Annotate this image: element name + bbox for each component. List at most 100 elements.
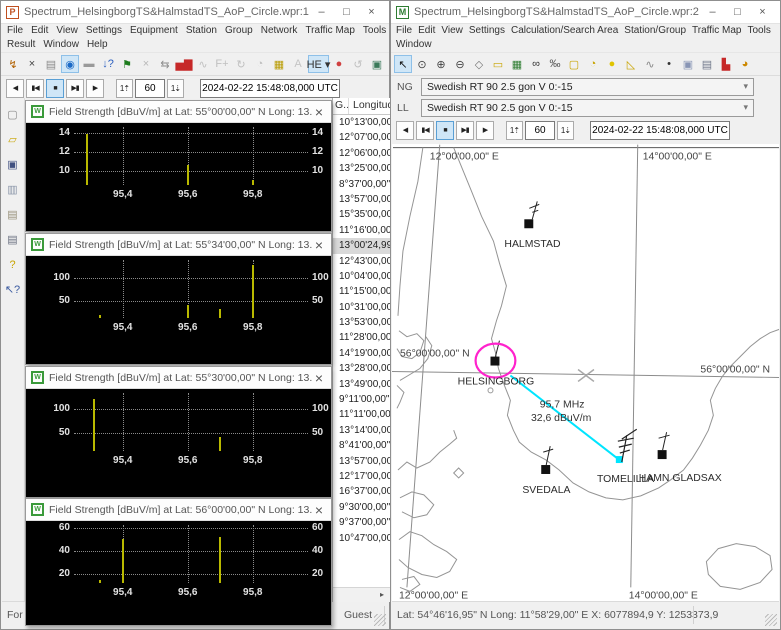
playback-play-button[interactable]: ▶ [86,79,104,98]
save-icon[interactable]: ▣ [5,158,21,173]
image-icon[interactable]: ▣ [368,55,386,73]
menu-station[interactable]: Station [182,24,221,38]
edit-map-icon[interactable]: ▦ [508,55,526,73]
datetime-input[interactable] [200,79,340,98]
playback-play-button[interactable]: ▶ [476,121,494,140]
connect-icon[interactable]: ↯ [4,55,22,73]
menu-view[interactable]: View [52,24,82,38]
draw-polygon-icon[interactable]: ◺ [622,55,640,73]
longitude-row[interactable]: 13°57'00,00 [333,454,390,469]
maximize-icon[interactable]: □ [334,3,359,22]
menu-group[interactable]: Group [221,24,257,38]
menu-result[interactable]: Result [3,38,39,52]
map-canvas[interactable]: 12°00'00,00" E 14°00'00,00" E 12°00'00,0… [392,144,779,601]
group-column-header[interactable]: G... [333,98,349,114]
open-icon[interactable]: ▱ [5,133,21,148]
properties-icon[interactable]: ▤ [42,55,60,73]
chart-titlebar[interactable]: WField Strength [dBuV/m] at Lat: 55°30'0… [26,367,331,389]
draw-sector-icon[interactable]: ◔ [584,55,602,73]
menu-equipment[interactable]: Equipment [126,24,182,38]
longitude-row[interactable]: 9°11'00,00" [333,392,390,407]
chart-titlebar[interactable]: WField Strength [dBuV/m] at Lat: 56°00'0… [26,499,331,521]
draw-rectangle-icon[interactable]: ▢ [565,55,583,73]
globe-icon[interactable]: ◔ [251,55,269,73]
longitude-row[interactable]: 11°16'00,00 [333,223,390,238]
ng-projection-select[interactable]: Swedish RT 90 2.5 gon V 0:-15 ▾ [421,78,754,96]
time-range-icon[interactable]: ⇆ [156,55,174,73]
menu-window[interactable]: Window [393,38,435,52]
close-icon[interactable]: × [312,370,326,386]
percent-icon[interactable]: ‰ [546,55,564,73]
longitude-row[interactable]: 10°47'00,00 [333,531,390,546]
table-icon[interactable]: ▦ [270,55,288,73]
scroll-right-icon[interactable]: ▸ [375,589,389,601]
longitude-row[interactable]: 13°25'00,00 [333,161,390,176]
histogram-icon[interactable]: ▅▇ [175,55,193,73]
chart-titlebar[interactable]: WField Strength [dBuV/m] at Lat: 55°34'0… [26,234,331,256]
help-icon[interactable]: ? [5,258,21,273]
context-help-icon[interactable]: ↖? [5,283,21,298]
histogram-icon[interactable]: ▙ [717,55,735,73]
print-icon[interactable]: ▤ [5,233,21,248]
maximize-icon[interactable]: □ [725,3,750,22]
resize-grip[interactable] [374,614,386,626]
longitude-row[interactable]: 11°11'00,00 [333,407,390,422]
playback-stop-button[interactable]: ■ [46,79,64,98]
longitude-row[interactable]: 12°17'00,00 [333,469,390,484]
playback-last-button[interactable]: ▶▮ [456,121,474,140]
longitude-row[interactable]: 13°53'00,00 [333,315,390,330]
horizontal-scrollbar[interactable]: ▸ [333,587,390,602]
longitude-row[interactable]: 13°00'24,99 [333,238,390,253]
menu-tools[interactable]: Tools [359,24,387,38]
longitude-row[interactable]: 10°31'00,00 [333,300,390,315]
longitude-row[interactable]: 10°04'00,00 [333,269,390,284]
paste-icon[interactable]: ▤ [5,208,21,223]
menu-calculation-search-area[interactable]: Calculation/Search Area [508,24,621,38]
close-icon[interactable]: × [312,104,326,120]
longitude-row[interactable]: 16°37'00,00 [333,484,390,499]
step-up-button[interactable]: 1⇡ [116,79,133,98]
signal-icon[interactable]: ∿ [194,55,212,73]
menu-tools[interactable]: Tools [744,24,773,38]
step-down-button[interactable]: 1⇣ [557,121,574,140]
longitude-panel[interactable]: G... Longitude 10°13'00,0012°07'00,0012°… [332,98,390,602]
monitor-icon[interactable]: ◉ [61,55,79,73]
longitude-row[interactable]: 15°35'00,00 [333,207,390,222]
draw-circle-icon[interactable]: ● [603,55,621,73]
menu-file[interactable]: File [393,24,415,38]
copy-icon[interactable]: ▣ [679,55,697,73]
colors-icon[interactable]: ◕ [736,55,754,73]
playback-stop-button[interactable]: ■ [436,121,454,140]
close-icon[interactable]: × [359,3,384,22]
point-icon[interactable]: • [660,55,678,73]
longitude-row[interactable]: 10°13'00,00 [333,115,390,130]
menu-window[interactable]: Window [39,38,83,52]
menu-traffic-map[interactable]: Traffic Map [301,24,358,38]
longitude-row[interactable]: 11°28'00,00 [333,330,390,345]
longitude-row[interactable]: 9°37'00,00" [333,515,390,530]
close-icon[interactable]: × [750,3,775,22]
ll-projection-select[interactable]: Swedish RT 90 2.5 gon V 0:-15 ▾ [421,99,754,117]
menu-station-group[interactable]: Station/Group [621,24,689,38]
interval-input[interactable] [525,121,555,140]
playback-prev-button[interactable]: ◀ [396,121,414,140]
longitude-row[interactable]: 13°57'00,00 [333,192,390,207]
map-view[interactable]: 12°00'00,00" E 14°00'00,00" E 12°00'00,0… [392,144,779,601]
menu-view[interactable]: View [438,24,466,38]
text-icon[interactable]: A [289,55,307,73]
chart-titlebar[interactable]: WField Strength [dBuV/m] at Lat: 55°00'0… [26,101,331,123]
zoom-in-icon[interactable]: ⊕ [432,55,450,73]
minimize-icon[interactable]: – [700,3,725,22]
colors-icon[interactable]: ● [330,55,348,73]
wave-icon[interactable]: ∿ [641,55,659,73]
left-titlebar[interactable]: P Spectrum_HelsingborgTS&HalmstadTS_AoP_… [1,1,389,24]
select-arrow-icon[interactable]: ↖ [394,55,412,73]
layers-icon[interactable]: ▬ [80,55,98,73]
delete-icon[interactable]: × [23,55,41,73]
menu-help[interactable]: Help [83,38,112,52]
playback-last-button[interactable]: ▶▮ [66,79,84,98]
menu-traffic-map[interactable]: Traffic Map [689,24,744,38]
right-titlebar[interactable]: M Spectrum_HelsingborgTS&HalmstadTS_AoP_… [391,1,780,24]
pan-icon[interactable]: ◇ [470,55,488,73]
playback-prev-button[interactable]: ◀ [6,79,24,98]
